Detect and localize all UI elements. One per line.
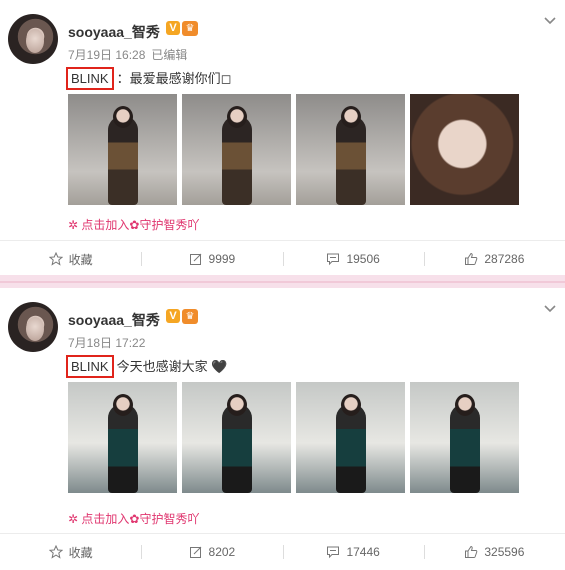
post-date[interactable]: 7月18日 17:22 <box>68 336 145 350</box>
edited-label: 已编辑 <box>151 48 188 62</box>
thumbs-up-icon <box>464 252 478 266</box>
weibo-post: sooyaaa_智秀 V ♛ 7月18日 17:22 BLINK 今天也感谢大家 … <box>0 288 565 566</box>
like-count: 287286 <box>484 252 525 266</box>
comment-button[interactable]: 19506 <box>282 241 424 277</box>
photo-thumbnail[interactable] <box>68 382 177 493</box>
comment-count: 17446 <box>346 545 380 559</box>
avatar[interactable] <box>8 14 58 64</box>
chevron-down-icon[interactable] <box>543 16 557 26</box>
post-body: ：最爱最感谢你们◻ <box>116 71 232 86</box>
username[interactable]: sooyaaa_智秀 <box>68 310 160 330</box>
repost-count: 9999 <box>208 252 236 266</box>
post-date[interactable]: 7月19日 16:28 <box>68 48 145 62</box>
comment-icon <box>326 545 340 559</box>
like-count: 325596 <box>484 545 525 559</box>
chevron-down-icon[interactable] <box>543 304 557 314</box>
thumbs-up-icon <box>464 545 478 559</box>
crown-badge-icon: ♛ <box>182 21 198 36</box>
photo-thumbnail[interactable] <box>68 94 177 205</box>
repost-button[interactable]: 9999 <box>141 241 282 277</box>
photo-thumbnail[interactable] <box>182 382 291 493</box>
like-button[interactable]: 325596 <box>423 534 565 570</box>
post-meta: 7月19日 16:28 已编辑 <box>68 46 187 63</box>
post-text: BLINK ：最爱最感谢你们◻ <box>66 67 231 90</box>
join-fan-group-link[interactable]: ✲ 点击加入✿守护智秀吖 <box>68 216 199 233</box>
action-bar: 收藏 8202 17446 325596 <box>0 533 565 570</box>
verified-badge-icon: V <box>166 309 180 323</box>
repost-icon <box>189 252 203 266</box>
photo-thumbnail[interactable] <box>410 94 519 205</box>
join-fan-group-link[interactable]: ✲ 点击加入✿守护智秀吖 <box>68 510 199 527</box>
avatar[interactable] <box>8 302 58 352</box>
highlight-box: BLINK <box>66 67 114 90</box>
star-icon <box>48 545 63 559</box>
favorite-label: 收藏 <box>68 545 93 560</box>
comment-button[interactable]: 17446 <box>282 534 424 570</box>
verified-badge-icon: V <box>166 21 180 35</box>
photo-thumbnail[interactable] <box>296 94 405 205</box>
username[interactable]: sooyaaa_智秀 <box>68 22 160 42</box>
photo-thumbnail[interactable] <box>182 94 291 205</box>
photo-thumbnail[interactable] <box>410 382 519 493</box>
action-bar: 收藏 9999 19506 287286 <box>0 240 565 277</box>
highlight-box: BLINK <box>66 355 114 378</box>
post-meta: 7月18日 17:22 <box>68 334 145 351</box>
favorite-label: 收藏 <box>68 252 93 267</box>
post-text: BLINK 今天也感谢大家 🖤 <box>66 355 227 378</box>
favorite-button[interactable]: 收藏 <box>0 241 141 277</box>
comment-icon <box>326 252 340 266</box>
post-divider <box>0 275 565 288</box>
repost-button[interactable]: 8202 <box>141 534 282 570</box>
favorite-button[interactable]: 收藏 <box>0 534 141 570</box>
weibo-post: sooyaaa_智秀 V ♛ 7月19日 16:28 已编辑 BLINK ：最爱最感… <box>0 0 565 275</box>
repost-count: 8202 <box>208 545 236 559</box>
post-body: 今天也感谢大家 🖤 <box>116 359 228 374</box>
photo-thumbnail[interactable] <box>296 382 405 493</box>
like-button[interactable]: 287286 <box>423 241 565 277</box>
crown-badge-icon: ♛ <box>182 309 198 324</box>
star-icon <box>48 252 63 266</box>
repost-icon <box>189 545 203 559</box>
comment-count: 19506 <box>346 252 380 266</box>
